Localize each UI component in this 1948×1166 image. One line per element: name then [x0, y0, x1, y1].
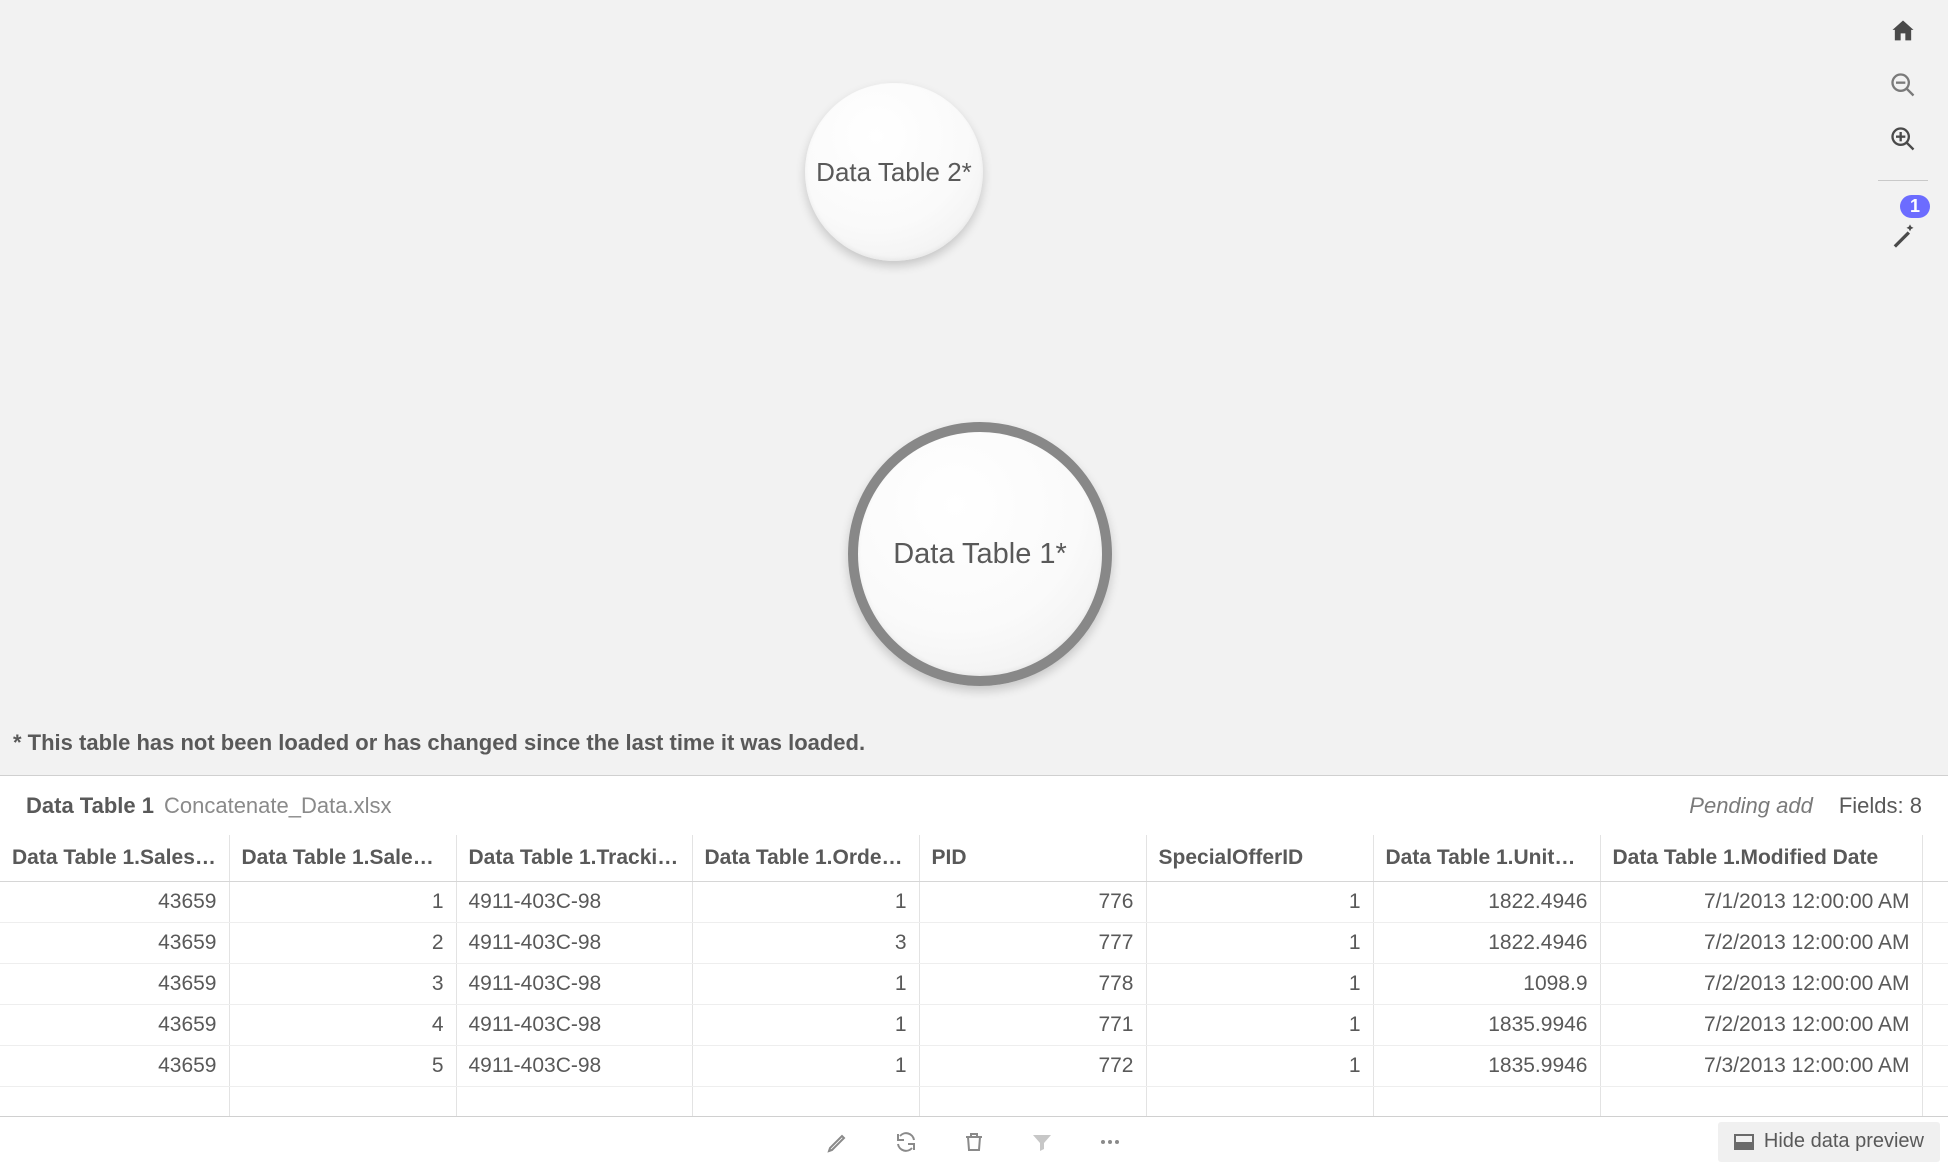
cell: 1: [229, 881, 456, 922]
cell-extra: [1922, 1045, 1948, 1086]
cell: 7/2/2013 12:00:00 AM: [1600, 1004, 1922, 1045]
cell: 43659: [0, 1045, 229, 1086]
canvas-toolbar: 1: [1878, 14, 1928, 253]
table-row[interactable]: 4365924911-403C-98377711822.49467/2/2013…: [0, 922, 1948, 963]
cell: 1: [692, 1045, 919, 1086]
cell: 777: [919, 922, 1146, 963]
table-header-row: Data Table 1.SalesO… Data Table 1.SalesO…: [0, 835, 1948, 881]
magic-wand-icon[interactable]: [1886, 219, 1920, 253]
col-header[interactable]: Data Table 1.Tracking…: [456, 835, 692, 881]
cell: 4911-403C-98: [456, 963, 692, 1004]
preview-panel-header: Data Table 1 Concatenate_Data.xlsx Pendi…: [0, 775, 1948, 835]
cell: 43659: [0, 963, 229, 1004]
cell: 1: [1146, 881, 1373, 922]
zoom-in-icon[interactable]: [1886, 122, 1920, 156]
cell: 4911-403C-98: [456, 922, 692, 963]
cell: 7/3/2013 12:00:00 AM: [1600, 1045, 1922, 1086]
edit-icon[interactable]: [823, 1127, 853, 1157]
cell: 2: [229, 922, 456, 963]
col-header[interactable]: Data Table 1.OrderQty: [692, 835, 919, 881]
col-header[interactable]: PID: [919, 835, 1146, 881]
cell: 1822.4946: [1373, 881, 1600, 922]
preview-title: Data Table 1: [26, 793, 154, 819]
recommendation-badge: 1: [1900, 195, 1930, 218]
cell: 1835.9946: [1373, 1004, 1600, 1045]
table-bubble-data-table-2[interactable]: Data Table 2*: [805, 83, 983, 261]
cell-extra: [1922, 922, 1948, 963]
delete-icon[interactable]: [959, 1127, 989, 1157]
cell: 3: [229, 963, 456, 1004]
bubble-label: Data Table 1*: [893, 538, 1067, 571]
cell: 1: [692, 1004, 919, 1045]
col-header[interactable]: Data Table 1.Modified Date: [1600, 835, 1922, 881]
zoom-out-icon[interactable]: [1886, 68, 1920, 102]
cell: 1835.9946: [1373, 1045, 1600, 1086]
hide-data-preview-button[interactable]: Hide data preview: [1718, 1122, 1940, 1162]
canvas-footnote: * This table has not been loaded or has …: [13, 730, 865, 756]
cell: 5: [229, 1045, 456, 1086]
cell-extra: [1922, 1004, 1948, 1045]
col-header[interactable]: SpecialOfferID: [1146, 835, 1373, 881]
preview-filename: Concatenate_Data.xlsx: [164, 793, 391, 819]
col-header[interactable]: Data Table 1.UnitPrice: [1373, 835, 1600, 881]
cell: 776: [919, 881, 1146, 922]
table-row[interactable]: 4365914911-403C-98177611822.49467/1/2013…: [0, 881, 1948, 922]
table-row[interactable]: 4365954911-403C-98177211835.99467/3/2013…: [0, 1045, 1948, 1086]
toolbar-divider: [1878, 180, 1928, 181]
cell: 1: [1146, 922, 1373, 963]
bottom-toolbar: Hide data preview: [0, 1116, 1948, 1166]
preview-status: Pending add: [1689, 793, 1813, 819]
table-bubble-data-table-1[interactable]: Data Table 1*: [848, 422, 1112, 686]
cell: 4911-403C-98: [456, 1045, 692, 1086]
cell: 43659: [0, 922, 229, 963]
cell: 7/1/2013 12:00:00 AM: [1600, 881, 1922, 922]
table-row[interactable]: 4365934911-403C-98177811098.97/2/2013 12…: [0, 963, 1948, 1004]
cell: 778: [919, 963, 1146, 1004]
home-icon[interactable]: [1886, 14, 1920, 48]
refresh-icon[interactable]: [891, 1127, 921, 1157]
cell: 1: [692, 881, 919, 922]
preview-field-count: Fields: 8: [1839, 793, 1922, 819]
cell: 43659: [0, 1004, 229, 1045]
cell: 1822.4946: [1373, 922, 1600, 963]
cell: 43659: [0, 881, 229, 922]
col-header-extra: [1922, 835, 1948, 881]
cell-extra: [1922, 881, 1948, 922]
col-header[interactable]: Data Table 1.SalesO…: [229, 835, 456, 881]
cell: 1098.9: [1373, 963, 1600, 1004]
cell: 1: [1146, 1004, 1373, 1045]
data-preview-table: Data Table 1.SalesO… Data Table 1.SalesO…: [0, 835, 1948, 1127]
cell: 3: [692, 922, 919, 963]
cell: 4911-403C-98: [456, 1004, 692, 1045]
table-row[interactable]: 4365944911-403C-98177111835.99467/2/2013…: [0, 1004, 1948, 1045]
cell: 771: [919, 1004, 1146, 1045]
cell: 1: [1146, 963, 1373, 1004]
bubble-label: Data Table 2*: [816, 157, 972, 188]
cell-extra: [1922, 963, 1948, 1004]
data-model-canvas[interactable]: Data Table 2* Data Table 1* * This table…: [0, 0, 1948, 775]
filter-icon[interactable]: [1027, 1127, 1057, 1157]
hide-data-preview-label: Hide data preview: [1764, 1130, 1924, 1153]
cell: 4: [229, 1004, 456, 1045]
cell: 7/2/2013 12:00:00 AM: [1600, 963, 1922, 1004]
panel-icon: [1734, 1134, 1754, 1150]
cell: 772: [919, 1045, 1146, 1086]
more-icon[interactable]: [1095, 1127, 1125, 1157]
cell: 1: [1146, 1045, 1373, 1086]
cell: 1: [692, 963, 919, 1004]
cell: 4911-403C-98: [456, 881, 692, 922]
cell: 7/2/2013 12:00:00 AM: [1600, 922, 1922, 963]
col-header[interactable]: Data Table 1.SalesO…: [0, 835, 229, 881]
